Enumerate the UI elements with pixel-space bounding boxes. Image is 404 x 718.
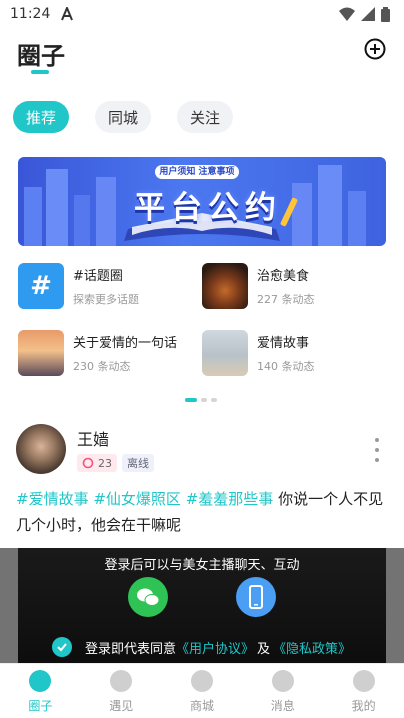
beach-couple-thumbnail [202,330,248,376]
tabbar-item-mall[interactable]: 商城 [162,664,243,718]
topic-name: 关于爱情的一句话 [73,336,178,351]
bottom-tab-bar: 圈子 遇见 商城 消息 我的 [0,663,404,718]
agree-prefix: 登录即代表同意 [85,641,177,657]
banner-subtitle: 用户须知 注意事项 [155,165,239,179]
privacy-policy-link[interactable]: 《隐私政策》 [273,638,351,657]
post-author: 王嫱 23 离线 [16,424,388,476]
title-underline [31,70,49,74]
tab-same-city[interactable]: 同城 [95,101,152,133]
topic-meta: 230 条动态 [73,360,131,373]
tabbar-label: 圈子 [28,699,53,713]
tabbar-label: 消息 [270,699,295,713]
avatar[interactable] [16,424,66,474]
battery-icon [381,6,390,22]
topic-meta: 140 条动态 [257,360,315,373]
wechat-icon [137,588,160,606]
add-post-icon[interactable] [364,38,386,60]
post-content: #爱情故事 #仙女爆照区 #羞羞那些事 你说一个人不见几个小时，他会在干嘛呢 [16,486,388,538]
messages-tab-icon [271,670,294,692]
user-agreement-link[interactable]: 《用户协议》 [176,638,254,657]
tabbar-label: 我的 [351,699,376,713]
hashtag-icon: # [18,263,64,309]
phone-login-button[interactable] [236,577,276,617]
topic-item-hashtag[interactable]: # #话题圈 探索更多话题 [18,262,198,310]
status-badge: 离线 [122,454,154,472]
topic-name: #话题圈 [73,269,123,284]
circle-tab-icon [29,670,52,692]
pager-dots [185,398,217,402]
login-overlay: 登录后可以与美女主播聊天、互动 登录即代表同意 《用户协议》 及 《隐私政策》 [0,548,404,663]
tab-follow[interactable]: 关注 [177,101,234,133]
accessibility-icon [61,7,74,21]
topic-item-food[interactable]: 治愈美食 227 条动态 [202,262,382,310]
tabbar-item-messages[interactable]: 消息 [242,664,323,718]
profile-tab-icon [352,670,375,692]
pager-dot [211,398,217,402]
food-thumbnail [202,263,248,309]
tabbar-item-circle[interactable]: 圈子 [0,664,81,718]
post-tag[interactable]: #仙女爆照区 [93,490,181,508]
page-title: 圈子 [17,42,65,70]
topic-name: 治愈美食 [257,269,310,284]
sunset-couple-thumbnail [18,330,64,376]
wifi-icon [339,7,355,21]
heart-level-icon [82,457,94,469]
tabbar-item-meet[interactable]: 遇见 [81,664,162,718]
topic-name: 爱情故事 [257,336,310,351]
signal-icon [361,7,375,21]
level-badge: 23 [77,454,117,472]
meet-tab-icon [110,670,133,692]
tab-recommend[interactable]: 推荐 [13,101,70,133]
pager-dot [201,398,207,402]
status-time: 11:24 [10,6,51,22]
status-bar: 11:24 [0,0,404,28]
banner-title: 平台公约 [134,190,282,226]
platform-rules-banner[interactable]: 用户须知 注意事项 平台公约 [18,157,386,246]
login-message: 登录后可以与美女主播聊天、互动 [104,558,300,573]
topic-meta: 探索更多话题 [73,293,139,306]
filter-tabs: 推荐 同城 关注 [13,101,234,133]
tabbar-label: 商城 [189,699,214,713]
agree-and: 及 [257,641,271,657]
topic-meta: 227 条动态 [257,293,315,306]
post-tag[interactable]: #爱情故事 [16,490,89,508]
agree-checkbox[interactable] [52,637,72,657]
post-tag[interactable]: #羞羞那些事 [186,490,274,508]
wechat-login-button[interactable] [128,577,168,617]
level-value: 23 [98,456,112,470]
agreement-row: 登录即代表同意 《用户协议》 及 《隐私政策》 [52,637,351,657]
check-icon [57,643,67,652]
author-name[interactable]: 王嫱 [77,426,109,450]
topic-item-love-quote[interactable]: 关于爱情的一句话 230 条动态 [18,329,198,377]
header: 圈子 [0,30,404,76]
tabbar-item-me[interactable]: 我的 [323,664,404,718]
more-options-icon[interactable] [374,438,380,462]
mall-tab-icon [190,670,213,692]
tabbar-label: 遇见 [109,699,134,713]
topic-item-love-story[interactable]: 爱情故事 140 条动态 [202,329,382,377]
pager-dot-active [185,398,197,402]
phone-icon [249,585,263,609]
